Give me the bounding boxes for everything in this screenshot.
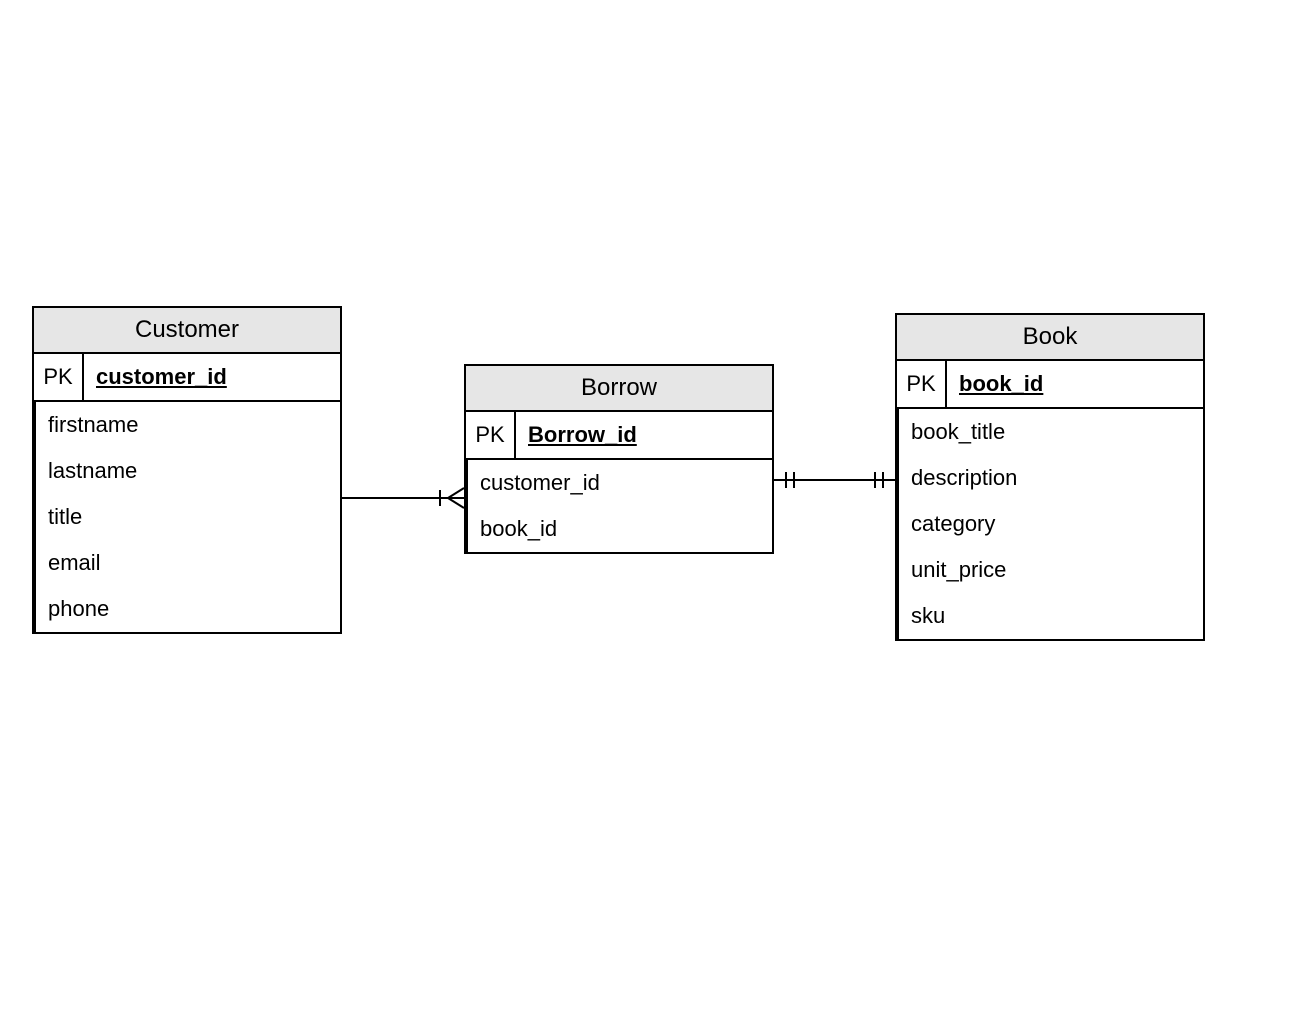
er-diagram-canvas: Customer PK customer_id firstname lastna… bbox=[0, 0, 1303, 1035]
pk-label: PK bbox=[897, 361, 947, 407]
attr-row: category bbox=[899, 501, 1203, 547]
entity-book-pk-row: PK book_id bbox=[897, 361, 1203, 409]
entity-borrow: Borrow PK Borrow_id customer_id book_id bbox=[464, 364, 774, 554]
entity-customer: Customer PK customer_id firstname lastna… bbox=[32, 306, 342, 634]
pk-attr: customer_id bbox=[84, 354, 340, 400]
rel-customer-borrow bbox=[342, 488, 464, 508]
entity-borrow-pk-row: PK Borrow_id bbox=[466, 412, 772, 460]
attr-row: unit_price bbox=[899, 547, 1203, 593]
attr-row: lastname bbox=[36, 448, 340, 494]
entity-book: Book PK book_id book_title description c… bbox=[895, 313, 1205, 641]
entity-customer-title: Customer bbox=[34, 308, 340, 354]
entity-book-title: Book bbox=[897, 315, 1203, 361]
rel-borrow-book bbox=[774, 472, 895, 488]
attr-row: firstname bbox=[36, 402, 340, 448]
pk-label: PK bbox=[34, 354, 84, 400]
attr-row: customer_id bbox=[468, 460, 772, 506]
entity-borrow-title: Borrow bbox=[466, 366, 772, 412]
attr-row: email bbox=[36, 540, 340, 586]
attr-row: description bbox=[899, 455, 1203, 501]
attr-row: phone bbox=[36, 586, 340, 632]
pk-attr: book_id bbox=[947, 361, 1203, 407]
attr-row: sku bbox=[899, 593, 1203, 639]
attr-row: title bbox=[36, 494, 340, 540]
attr-row: book_id bbox=[468, 506, 772, 552]
entity-customer-pk-row: PK customer_id bbox=[34, 354, 340, 402]
pk-attr: Borrow_id bbox=[516, 412, 772, 458]
attr-row: book_title bbox=[899, 409, 1203, 455]
pk-label: PK bbox=[466, 412, 516, 458]
